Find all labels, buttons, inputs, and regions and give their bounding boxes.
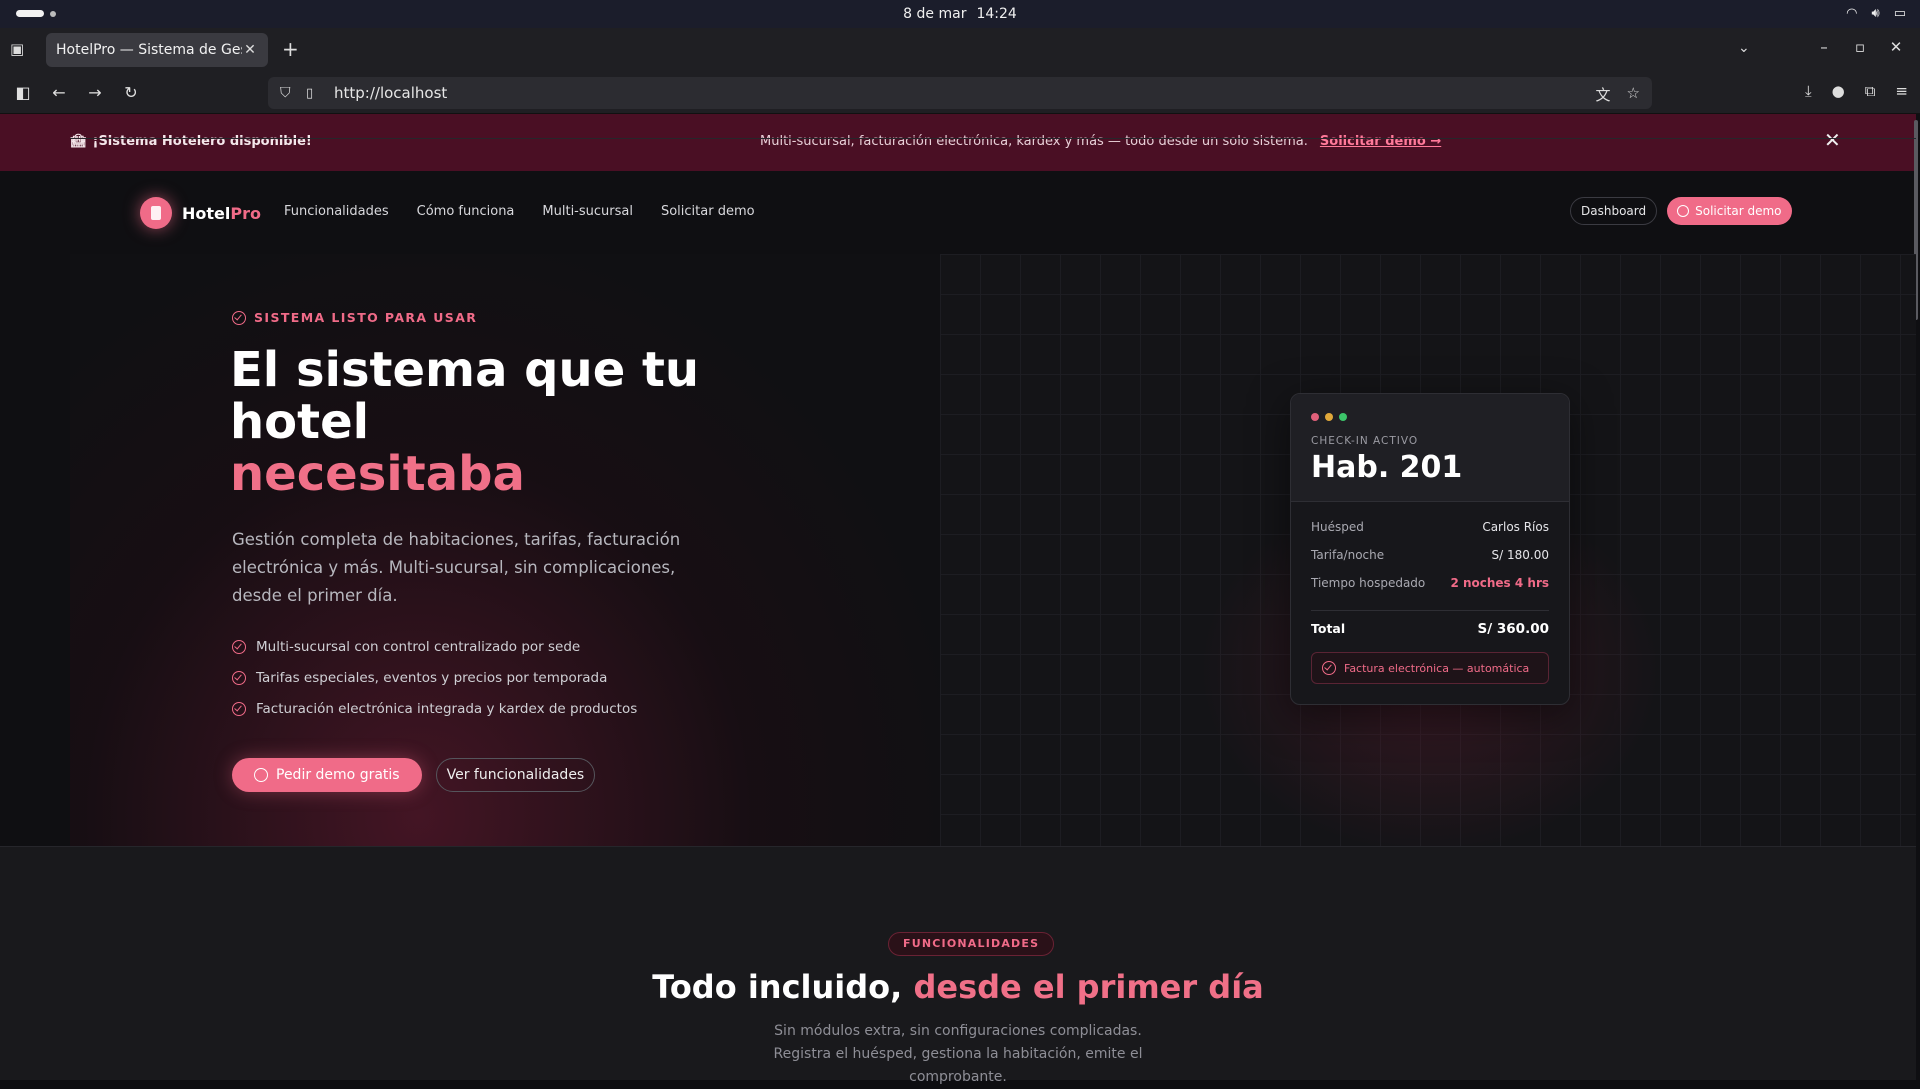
back-icon[interactable]: ← — [48, 82, 70, 104]
pedir-demo-label: Pedir demo gratis — [276, 767, 400, 783]
invoice-badge: Factura electrónica — automática — [1311, 652, 1549, 684]
hero-title-accent: necesitaba — [230, 446, 525, 502]
features-badge: FUNCIONALIDADES — [888, 932, 1055, 956]
os-clock[interactable]: 8 de mar 14:24 — [903, 6, 1017, 22]
dot-red — [1311, 413, 1319, 421]
brand-name: HotelPro — [182, 203, 261, 223]
os-top-bar: 8 de mar 14:24 ◠ 🔊︎ ▭ — [0, 0, 1920, 28]
solicitar-demo-button[interactable]: Solicitar demo — [1667, 197, 1792, 225]
tab-title: HotelPro — Sistema de Gestión — [56, 42, 242, 58]
check-circle-icon — [1322, 661, 1336, 675]
solicitar-demo-label: Solicitar demo — [1695, 204, 1782, 218]
list-item: Facturación electrónica integrada y kard… — [232, 700, 637, 718]
check-circle-icon — [232, 310, 246, 325]
header-actions: Dashboard Solicitar demo — [1570, 197, 1792, 225]
pedir-demo-button[interactable]: Pedir demo gratis — [232, 758, 422, 792]
window-dots — [1311, 413, 1347, 421]
checkin-card: CHECK-IN ACTIVO Hab. 201 Huésped Carlos R… — [1290, 393, 1570, 705]
features-title: Todo incluido, desde el primer día — [652, 968, 1264, 1006]
list-item: Tarifas especiales, eventos y precios po… — [232, 669, 637, 687]
site-header — [70, 57, 1916, 139]
wifi-icon: ◠ — [1846, 6, 1858, 21]
hero-eyebrow-text: SISTEMA LISTO PARA USAR — [254, 310, 478, 325]
card-row-guest: Huésped Carlos Ríos — [1311, 520, 1549, 534]
dashboard-button[interactable]: Dashboard — [1570, 197, 1658, 225]
sidebar-toggle-icon[interactable]: ◧ — [12, 82, 34, 104]
list-item: Multi-sucursal con control centralizado … — [232, 638, 637, 656]
card-row-rate: Tarifa/noche S/ 180.00 — [1311, 548, 1549, 562]
card-divider — [1311, 610, 1549, 611]
nav-como-funciona[interactable]: Cómo funciona — [417, 204, 515, 219]
nav-multi-sucursal[interactable]: Multi-sucursal — [542, 204, 633, 219]
card-eyebrow: CHECK-IN ACTIVO — [1311, 435, 1419, 447]
nav-solicitar-demo[interactable]: Solicitar demo — [661, 204, 755, 219]
features-subtitle: Sin módulos extra, sin configuraciones c… — [773, 1023, 1143, 1085]
check-circle-icon — [232, 671, 246, 685]
hero-eyebrow: SISTEMA LISTO PARA USAR — [232, 310, 477, 325]
logo-mark-icon — [140, 197, 172, 229]
hero-title: El sistema que tu hotel necesitaba — [230, 344, 790, 500]
hero-bullets: Multi-sucursal con control centralizado … — [232, 638, 637, 718]
maximize-icon[interactable]: ▫ — [1850, 38, 1870, 56]
invoice-text: Factura electrónica — automática — [1344, 661, 1530, 675]
card-row-total: Total S/ 360.00 — [1311, 621, 1549, 637]
close-tab-icon[interactable]: ✕ — [242, 42, 258, 58]
volume-icon: 🔊︎ — [1871, 6, 1880, 21]
tab-overview-icon[interactable]: ▣ — [10, 40, 30, 60]
close-window-icon[interactable]: ✕ — [1886, 38, 1906, 56]
whatsapp-icon — [254, 768, 268, 782]
os-time: 14:24 — [976, 6, 1017, 22]
card-room: Hab. 201 — [1311, 450, 1463, 485]
card-row-time: Tiempo hospedado 2 noches 4 hrs — [1311, 576, 1549, 590]
hero-description: Gestión completa de habitaciones, tarifa… — [232, 530, 681, 605]
site-logo[interactable]: HotelPro — [140, 197, 261, 229]
activities-indicator[interactable] — [16, 10, 56, 17]
battery-icon: ▭ — [1893, 6, 1906, 21]
hero-title-main: El sistema que tu hotel — [230, 342, 700, 450]
whatsapp-icon — [1677, 205, 1690, 217]
minimize-icon[interactable]: – — [1814, 38, 1834, 56]
check-circle-icon — [232, 702, 246, 716]
dot-green — [1339, 413, 1347, 421]
check-circle-icon — [232, 640, 246, 654]
dot-yellow — [1325, 413, 1333, 421]
hero-cta-group: Pedir demo gratis Ver funcionalidades — [232, 758, 596, 792]
main-nav: Funcionalidades Cómo funciona Multi-sucu… — [284, 204, 755, 219]
nav-funcionalidades[interactable]: Funcionalidades — [284, 204, 389, 219]
os-date: 8 de mar — [903, 6, 967, 22]
list-tabs-chevron-icon[interactable]: ⌄ — [1738, 40, 1750, 56]
system-tray[interactable]: ◠ 🔊︎ ▭ — [1846, 6, 1906, 21]
ver-funcionalidades-button[interactable]: Ver funcionalidades — [435, 758, 596, 792]
